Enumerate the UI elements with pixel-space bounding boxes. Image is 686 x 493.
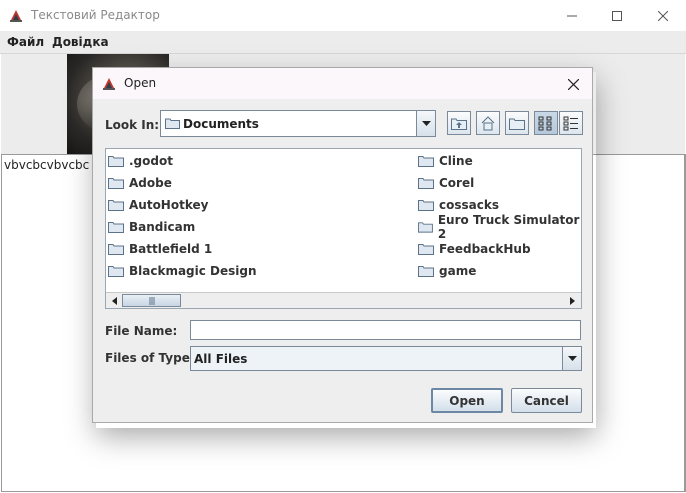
home-icon — [481, 116, 495, 131]
look-in-value: Documents — [183, 117, 259, 131]
file-name: Bandicam — [129, 220, 196, 234]
file-name: Corel — [439, 176, 475, 190]
folder-icon — [418, 156, 434, 167]
folder-icon — [418, 244, 434, 255]
list-item[interactable]: Corel — [418, 174, 474, 192]
list-item[interactable]: Battlefield 1 — [108, 240, 212, 258]
file-name: AutoHotkey — [129, 198, 209, 212]
file-name: game — [439, 264, 477, 278]
folder-icon — [418, 200, 434, 211]
open-dialog: Open Look In: Documents .godot Adobe Aut… — [92, 67, 593, 423]
folder-icon — [108, 178, 124, 189]
folder-icon — [108, 222, 124, 233]
file-name-field[interactable] — [190, 320, 581, 340]
file-name: Blackmagic Design — [129, 264, 257, 278]
folder-icon — [418, 222, 433, 233]
file-name: cossacks — [439, 198, 499, 212]
list-item[interactable]: cossacks — [418, 196, 499, 214]
folder-icon — [165, 117, 180, 132]
file-name: FeedbackHub — [439, 242, 531, 256]
home-button[interactable] — [476, 111, 500, 135]
file-name-label: File Name: — [105, 324, 178, 338]
java-app-icon — [8, 7, 24, 23]
file-name: Adobe — [129, 176, 172, 190]
file-name: Euro Truck Simulator 2 — [437, 213, 580, 241]
list-item[interactable]: Euro Truck Simulator 2 — [418, 213, 581, 241]
minimize-icon[interactable] — [549, 0, 595, 31]
scroll-right-icon[interactable] — [565, 293, 580, 308]
open-button[interactable]: Open — [431, 388, 503, 413]
maximize-icon[interactable] — [594, 0, 640, 31]
up-one-level-icon — [451, 118, 467, 130]
chevron-down-icon[interactable] — [562, 346, 582, 371]
scroll-thumb[interactable] — [122, 294, 181, 307]
menu-help[interactable]: Довідка — [52, 35, 109, 49]
folder-icon — [108, 200, 124, 211]
menu-bar: Файл Довідка — [0, 31, 686, 54]
folder-icon — [418, 178, 434, 189]
new-folder-button[interactable] — [505, 111, 529, 135]
scroll-left-icon[interactable] — [107, 293, 122, 308]
new-folder-icon — [509, 118, 525, 130]
chevron-down-icon[interactable] — [416, 110, 436, 137]
window-title: Текстовий Редактор — [31, 8, 160, 22]
look-in-combo[interactable]: Documents — [160, 110, 436, 137]
up-one-level-button[interactable] — [447, 111, 471, 135]
java-app-icon — [101, 75, 117, 91]
folder-icon — [418, 266, 434, 277]
list-view-icon — [538, 116, 552, 131]
window-titlebar: Текстовий Редактор — [0, 0, 686, 31]
folder-icon — [108, 244, 124, 255]
files-of-type-label: Files of Type: — [105, 351, 195, 365]
file-list[interactable]: .godot Adobe AutoHotkey Bandicam Battlef… — [105, 148, 582, 309]
list-item[interactable]: .godot — [108, 152, 173, 170]
editor-text: vbvcbcvbvcbc — [4, 158, 90, 172]
files-of-type-combo[interactable]: All Files — [190, 346, 582, 371]
file-name: Cline — [439, 154, 473, 168]
details-view-button[interactable] — [559, 111, 583, 135]
close-icon[interactable] — [640, 0, 686, 31]
list-item[interactable]: game — [418, 262, 476, 280]
dialog-titlebar: Open — [93, 68, 592, 99]
folder-icon — [108, 266, 124, 277]
details-view-icon — [563, 116, 578, 131]
cancel-button[interactable]: Cancel — [511, 388, 582, 413]
horizontal-scrollbar[interactable] — [106, 292, 581, 308]
list-item[interactable]: Bandicam — [108, 218, 195, 236]
file-name: Battlefield 1 — [129, 242, 213, 256]
list-item[interactable]: Cline — [418, 152, 473, 170]
files-of-type-value: All Files — [194, 352, 248, 366]
folder-icon — [108, 156, 124, 167]
file-name: .godot — [129, 154, 173, 168]
list-item[interactable]: Adobe — [108, 174, 172, 192]
list-item[interactable]: FeedbackHub — [418, 240, 531, 258]
list-item[interactable]: Blackmagic Design — [108, 262, 257, 280]
dialog-close-icon[interactable] — [563, 75, 583, 93]
list-view-button[interactable] — [534, 111, 558, 135]
dialog-title: Open — [124, 76, 157, 90]
list-item[interactable]: AutoHotkey — [108, 196, 208, 214]
menu-file[interactable]: Файл — [7, 35, 44, 49]
look-in-label: Look In: — [105, 118, 160, 132]
